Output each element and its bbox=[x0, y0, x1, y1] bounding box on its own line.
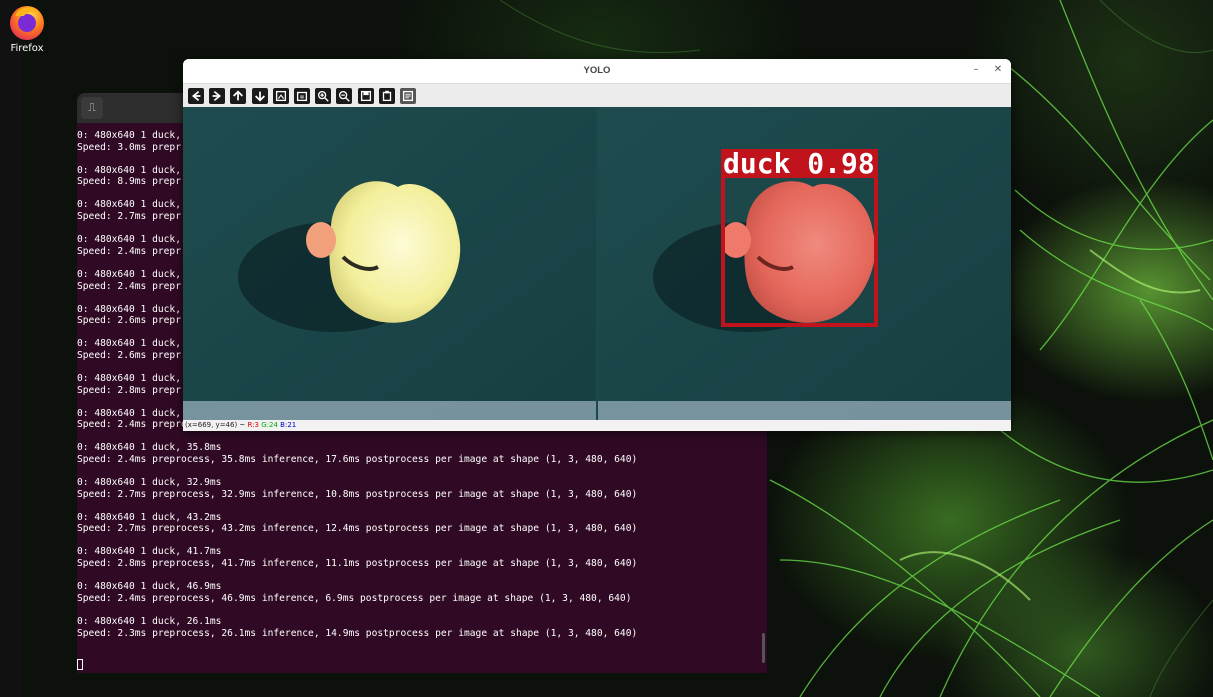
log-detection-line: 0: 480x640 1 duck, 41.7ms bbox=[77, 546, 222, 558]
log-entry: 0: 480x640 1 duck, 41.7ms Speed: 2.8ms pr… bbox=[77, 546, 767, 569]
status-blue: B:21 bbox=[280, 421, 297, 429]
detection-frame-edge bbox=[598, 401, 1011, 420]
zoom-fit-button[interactable] bbox=[272, 88, 289, 104]
raw-frame-edge bbox=[183, 401, 596, 420]
pan-up-button[interactable] bbox=[230, 88, 247, 104]
log-detection-line: 0: 480x640 1 duck, 32.9ms bbox=[77, 477, 222, 489]
yolo-window[interactable]: YOLO – ✕ duck 0.98 (x=669, y=46) ~ R:3 G… bbox=[183, 59, 1011, 431]
copy-button[interactable] bbox=[378, 88, 395, 104]
log-detection-line: 0: 480x640 1 duck, 43.2ms bbox=[77, 511, 222, 523]
zoom-original-button[interactable] bbox=[294, 88, 310, 104]
image-pane[interactable]: duck 0.98 bbox=[183, 107, 1011, 420]
pan-up-icon bbox=[233, 90, 244, 101]
zoom-original-icon bbox=[296, 91, 308, 102]
back-arrow-icon bbox=[192, 90, 201, 102]
log-speed-line: Speed: 2.8ms preprocess, 41.7ms inferenc… bbox=[77, 558, 638, 570]
image-canvas: duck 0.98 bbox=[183, 107, 1011, 420]
zoom-in-button[interactable] bbox=[315, 88, 332, 104]
log-entry: 0: 480x640 1 duck, 26.1ms Speed: 2.3ms pr… bbox=[77, 616, 767, 639]
copy-icon bbox=[382, 90, 391, 102]
yolo-titlebar: YOLO – ✕ bbox=[183, 59, 1011, 84]
status-red: R:3 bbox=[247, 421, 259, 429]
forward-arrow-button[interactable] bbox=[209, 88, 226, 104]
log-speed-line: Speed: 2.7ms preprocess, 43.2ms inferenc… bbox=[77, 523, 638, 535]
new-tab-button[interactable]: ⎍ bbox=[81, 97, 103, 119]
firefox-icon bbox=[10, 6, 44, 40]
log-entry: 0: 480x640 1 duck, 43.2ms Speed: 2.7ms pr… bbox=[77, 512, 767, 535]
status-coords: (x=669, y=46) ~ bbox=[185, 421, 246, 429]
properties-icon bbox=[402, 90, 414, 102]
properties-button[interactable] bbox=[400, 88, 416, 104]
log-speed-line: Speed: 2.7ms preprocess, 32.9ms inferenc… bbox=[77, 488, 638, 500]
zoom-in-icon bbox=[318, 90, 329, 102]
zoom-out-button[interactable] bbox=[336, 88, 353, 104]
log-speed-line: Speed: 2.4ms preprocess, 35.8ms inferenc… bbox=[77, 454, 638, 466]
window-title: YOLO bbox=[583, 65, 611, 76]
desktop: Firefox ⎍ 0: 480x640 1 duck, Speed: 3.0ms… bbox=[0, 0, 1213, 697]
zoom-out-icon bbox=[339, 90, 351, 102]
back-arrow-button[interactable] bbox=[188, 88, 204, 104]
detection-label: duck 0.98 bbox=[723, 147, 875, 180]
log-detection-line: 0: 480x640 1 duck, 46.9ms bbox=[77, 581, 222, 593]
dock bbox=[0, 0, 22, 697]
log-speed-line: Speed: 2.4ms preprocess, 46.9ms inferenc… bbox=[77, 592, 632, 604]
log-entry: 0: 480x640 1 duck, 32.9ms Speed: 2.7ms pr… bbox=[77, 477, 767, 500]
terminal-scrollbar[interactable] bbox=[762, 633, 765, 663]
status-green: G:24 bbox=[261, 421, 278, 429]
image-toolbar bbox=[183, 84, 1011, 108]
status-bar: (x=669, y=46) ~ R:3 G:24 B:21 bbox=[183, 420, 1011, 431]
log-speed-line: Speed: 2.3ms preprocess, 26.1ms inferenc… bbox=[77, 627, 638, 639]
save-icon bbox=[360, 90, 371, 102]
terminal-cursor bbox=[77, 659, 83, 670]
log-entry: 0: 480x640 1 duck, 46.9ms Speed: 2.4ms pr… bbox=[77, 581, 767, 604]
zoom-fit-icon bbox=[275, 90, 286, 102]
close-button[interactable]: ✕ bbox=[991, 63, 1005, 77]
save-button[interactable] bbox=[357, 88, 374, 104]
pan-down-icon bbox=[254, 91, 265, 102]
pan-down-button[interactable] bbox=[251, 88, 268, 104]
firefox-label: Firefox bbox=[10, 43, 44, 54]
firefox-launcher[interactable]: Firefox bbox=[4, 2, 50, 60]
log-entry: 0: 480x640 1 duck, 35.8ms Speed: 2.4ms pr… bbox=[77, 442, 767, 465]
minimize-button[interactable]: – bbox=[969, 63, 983, 77]
forward-arrow-icon bbox=[212, 90, 222, 102]
log-detection-line: 0: 480x640 1 duck, 35.8ms bbox=[77, 442, 222, 454]
log-detection-line: 0: 480x640 1 duck, 26.1ms bbox=[77, 615, 222, 627]
